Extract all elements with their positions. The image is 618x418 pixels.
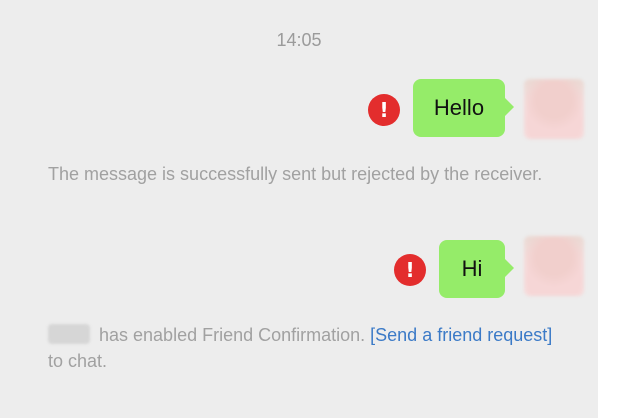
avatar[interactable]: [524, 236, 584, 296]
outgoing-message-bubble[interactable]: Hello: [413, 79, 514, 137]
send-friend-request-link[interactable]: [Send a friend request]: [370, 325, 552, 345]
chat-window: 14:05 ! Hello The message is successfull…: [0, 0, 598, 418]
avatar[interactable]: [524, 79, 584, 139]
blurred-contact-name: [48, 324, 90, 344]
system-note-suffix: to chat.: [48, 351, 108, 371]
system-note-text: The message is successfully sent but rej…: [48, 164, 543, 184]
system-note-text: has enabled Friend Confirmation.: [94, 325, 371, 345]
outgoing-message-bubble[interactable]: Hi: [439, 240, 514, 298]
send-error-icon[interactable]: !: [368, 94, 400, 126]
system-note-rejected: The message is successfully sent but rej…: [48, 161, 563, 187]
message-text: Hi: [461, 256, 483, 281]
send-error-icon[interactable]: !: [394, 254, 426, 286]
message-timestamp: 14:05: [276, 30, 322, 50]
system-note-friend-confirmation: has enabled Friend Confirmation. [Send a…: [48, 322, 563, 374]
message-text: Hello: [433, 95, 485, 120]
